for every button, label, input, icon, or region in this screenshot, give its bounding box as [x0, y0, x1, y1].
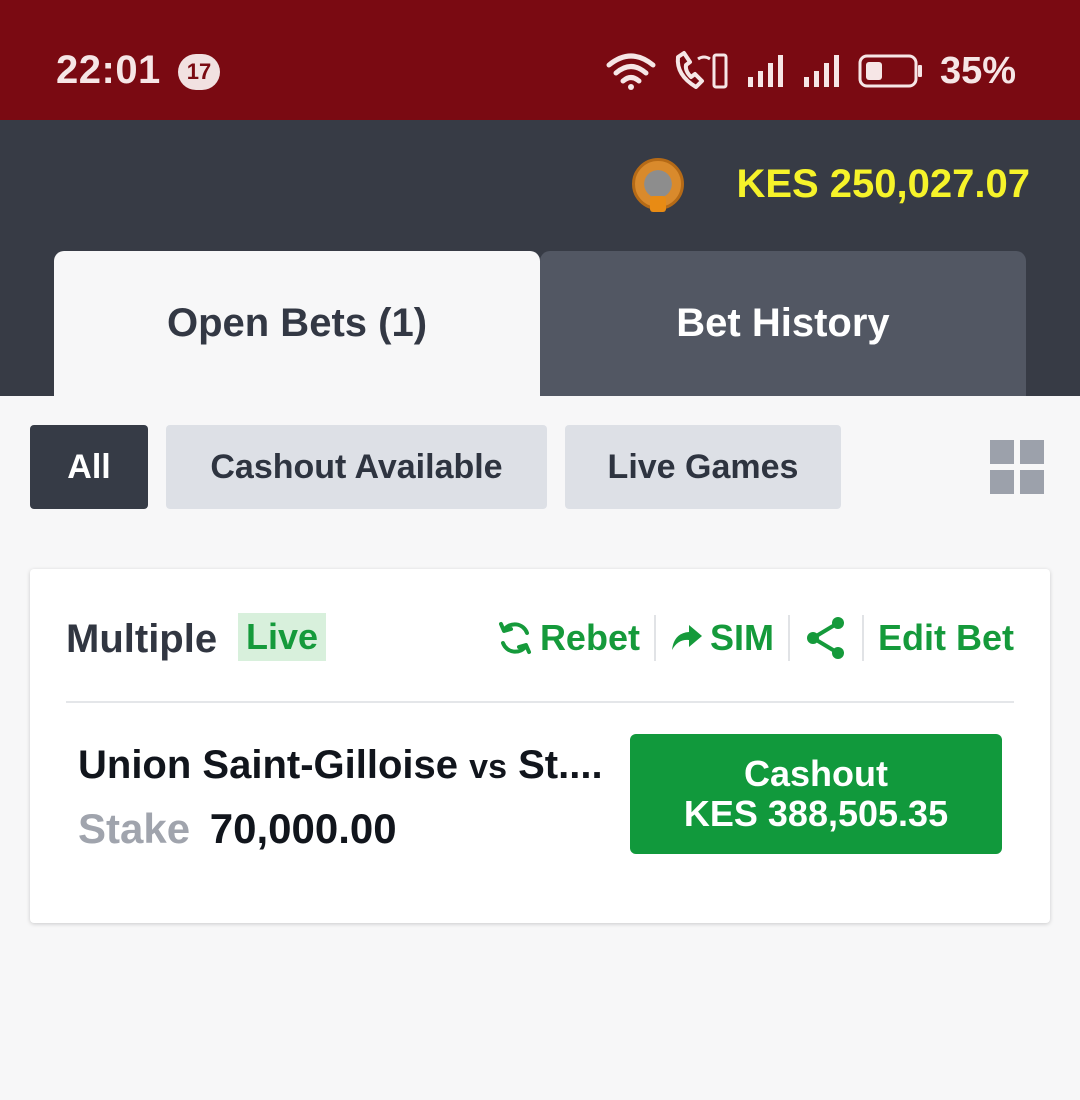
account-balance[interactable]: KES 250,027.07 [736, 162, 1030, 207]
signal-sim2-icon [803, 55, 839, 87]
rebet-label: Rebet [539, 617, 640, 658]
tab-open-bets[interactable]: Open Bets (1) [54, 251, 540, 396]
status-bar: 22:01 17 35% [0, 0, 1080, 120]
level-badge-icon [650, 196, 666, 212]
filter-live-games[interactable]: Live Games [565, 425, 841, 509]
bet-actions: Rebet SIM Edit Bet [482, 611, 1014, 665]
card-divider [66, 701, 1014, 703]
cashout-amount: KES 388,505.35 [683, 793, 949, 834]
stake-row: Stake 70,000.00 [78, 805, 397, 853]
bet-card: Multiple Live Rebet SIM Edit Bet Union S… [30, 569, 1050, 923]
away-team: St.... [518, 743, 603, 787]
notification-count-badge: 17 [178, 54, 220, 90]
wifi-calling-icon [675, 51, 728, 89]
rebet-button[interactable]: Rebet [482, 617, 654, 659]
sim-label: SIM [709, 617, 774, 658]
forward-arrow-icon [671, 625, 702, 650]
stake-label: Stake [78, 805, 191, 852]
tab-bet-history[interactable]: Bet History [540, 251, 1026, 396]
status-icons: 35% [606, 48, 1016, 94]
filter-all[interactable]: All [30, 425, 148, 509]
home-team: Union Saint-Gilloise [78, 743, 459, 787]
edit-bet-button[interactable]: Edit Bet [864, 617, 1014, 659]
share-button[interactable] [790, 615, 862, 661]
edit-bet-label: Edit Bet [877, 617, 1014, 658]
status-time: 22:01 [56, 48, 161, 92]
vs-label: vs [469, 748, 507, 786]
sim-button[interactable]: SIM [656, 617, 788, 659]
match-name[interactable]: Union Saint-Gilloise vs St.... [78, 743, 603, 788]
bet-type: Multiple [66, 617, 218, 661]
refresh-icon [498, 622, 531, 654]
grid-view-icon[interactable] [990, 440, 1045, 495]
signal-sim1-icon [747, 55, 783, 87]
share-icon [806, 617, 844, 659]
filter-cashout-available[interactable]: Cashout Available [166, 425, 547, 509]
cashout-label: Cashout [744, 753, 888, 795]
battery-icon [858, 54, 922, 88]
wifi-icon [606, 53, 656, 90]
cashout-button[interactable]: Cashout KES 388,505.35 [630, 734, 1002, 854]
stake-value: 70,000.00 [209, 805, 397, 852]
battery-percent: 35% [939, 49, 1016, 92]
live-badge: Live [238, 613, 327, 661]
